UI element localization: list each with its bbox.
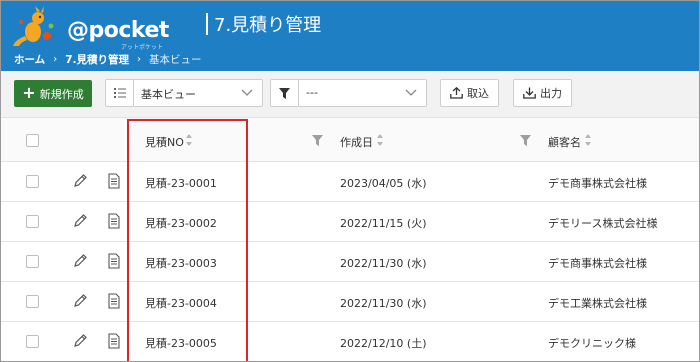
table-row[interactable]: 見積-23-0005 2022/12/10 (土) デモクリニック様	[1, 322, 699, 361]
breadcrumb-separator-icon: ›	[136, 54, 141, 65]
select-all-checkbox[interactable]	[26, 134, 39, 147]
created-date-cell: 2022/12/10 (土)	[340, 337, 427, 350]
table-row[interactable]: 見積-23-0002 2022/11/15 (火) デモリース株式会社様	[1, 202, 699, 242]
breadcrumb-current: 基本ビュー	[148, 54, 202, 66]
row-checkbox[interactable]	[26, 215, 39, 228]
import-button[interactable]: 取込	[440, 79, 499, 107]
breadcrumb: ホーム › 7.見積り管理 › 基本ビュー	[14, 52, 201, 67]
created-date-cell: 2023/04/05 (水)	[340, 177, 427, 190]
export-label: 出力	[540, 87, 562, 100]
table-header-row: 見積NO 作成日 顧客名	[1, 117, 699, 162]
view-select-value: 基本ビュー	[141, 88, 196, 101]
plus-icon: +	[22, 83, 36, 102]
new-record-button[interactable]: + 新規作成	[14, 80, 92, 107]
customer-cell: デモ工業株式会社様	[548, 297, 647, 310]
customer-cell: デモクリニック様	[548, 337, 636, 350]
app-header: @pocket アットポケット 7.見積り管理 ホーム › 7.見積り管理 › …	[1, 1, 699, 71]
funnel-icon[interactable]	[312, 135, 323, 146]
customer-cell: デモ商事株式会社様	[548, 257, 647, 270]
document-icon[interactable]	[107, 253, 121, 269]
logo-subtext: アットポケット	[121, 44, 164, 51]
pencil-icon[interactable]	[72, 173, 88, 189]
sort-icon[interactable]	[376, 133, 384, 147]
table-row[interactable]: 見積-23-0001 2023/04/05 (水) デモ商事株式会社様	[1, 162, 699, 202]
row-checkbox[interactable]	[26, 255, 39, 268]
download-icon	[523, 87, 536, 99]
sort-icon[interactable]	[584, 133, 592, 147]
column-highlight-box	[127, 119, 248, 361]
app-window: @pocket アットポケット 7.見積り管理 ホーム › 7.見積り管理 › …	[0, 0, 700, 362]
view-select[interactable]: 基本ビュー	[105, 79, 263, 107]
breadcrumb-home[interactable]: ホーム	[14, 52, 45, 67]
pencil-icon[interactable]	[72, 253, 88, 269]
created-date-cell: 2022/11/15 (火)	[340, 217, 427, 230]
export-button[interactable]: 出力	[513, 79, 572, 107]
toolbar: + 新規作成 基本ビュー --- 取込 出力	[1, 71, 699, 117]
table-row[interactable]: 見積-23-0004 2022/11/30 (水) デモ工業株式会社様	[1, 282, 699, 322]
table-row[interactable]: 見積-23-0003 2022/11/30 (水) デモ商事株式会社様	[1, 242, 699, 282]
funnel-icon[interactable]	[520, 135, 531, 146]
filter-select[interactable]: ---	[270, 79, 427, 107]
breadcrumb-separator-icon: ›	[53, 54, 58, 65]
row-checkbox[interactable]	[26, 295, 39, 308]
kangaroo-logo-icon	[13, 6, 54, 46]
funnel-icon	[271, 80, 299, 106]
pencil-icon[interactable]	[72, 333, 88, 349]
row-checkbox[interactable]	[26, 335, 39, 348]
upload-icon	[450, 87, 463, 99]
document-icon[interactable]	[107, 333, 121, 349]
created-date-cell: 2022/11/30 (水)	[340, 297, 427, 310]
column-header-customer[interactable]: 顧客名	[548, 134, 581, 150]
customer-cell: デモ商事株式会社様	[548, 177, 647, 190]
pencil-icon[interactable]	[72, 213, 88, 229]
new-record-label: 新規作成	[39, 87, 84, 101]
chevron-down-icon	[405, 89, 417, 96]
customer-cell: デモリース株式会社様	[548, 217, 658, 230]
breadcrumb-section[interactable]: 7.見積り管理	[65, 52, 129, 67]
document-icon[interactable]	[107, 173, 121, 189]
column-header-created-date[interactable]: 作成日	[340, 134, 373, 150]
filter-select-value: ---	[306, 86, 318, 99]
list-icon	[106, 80, 134, 106]
created-date-cell: 2022/11/30 (水)	[340, 257, 427, 270]
row-checkbox[interactable]	[26, 175, 39, 188]
logo-text: @pocket	[67, 18, 169, 43]
import-label: 取込	[467, 87, 489, 100]
title-divider	[206, 13, 208, 35]
chevron-down-icon	[241, 89, 253, 96]
page-title: 7.見積り管理	[214, 15, 322, 36]
app-logo[interactable]: @pocket アットポケット	[13, 6, 169, 51]
document-icon[interactable]	[107, 293, 121, 309]
document-icon[interactable]	[107, 213, 121, 229]
pencil-icon[interactable]	[72, 293, 88, 309]
